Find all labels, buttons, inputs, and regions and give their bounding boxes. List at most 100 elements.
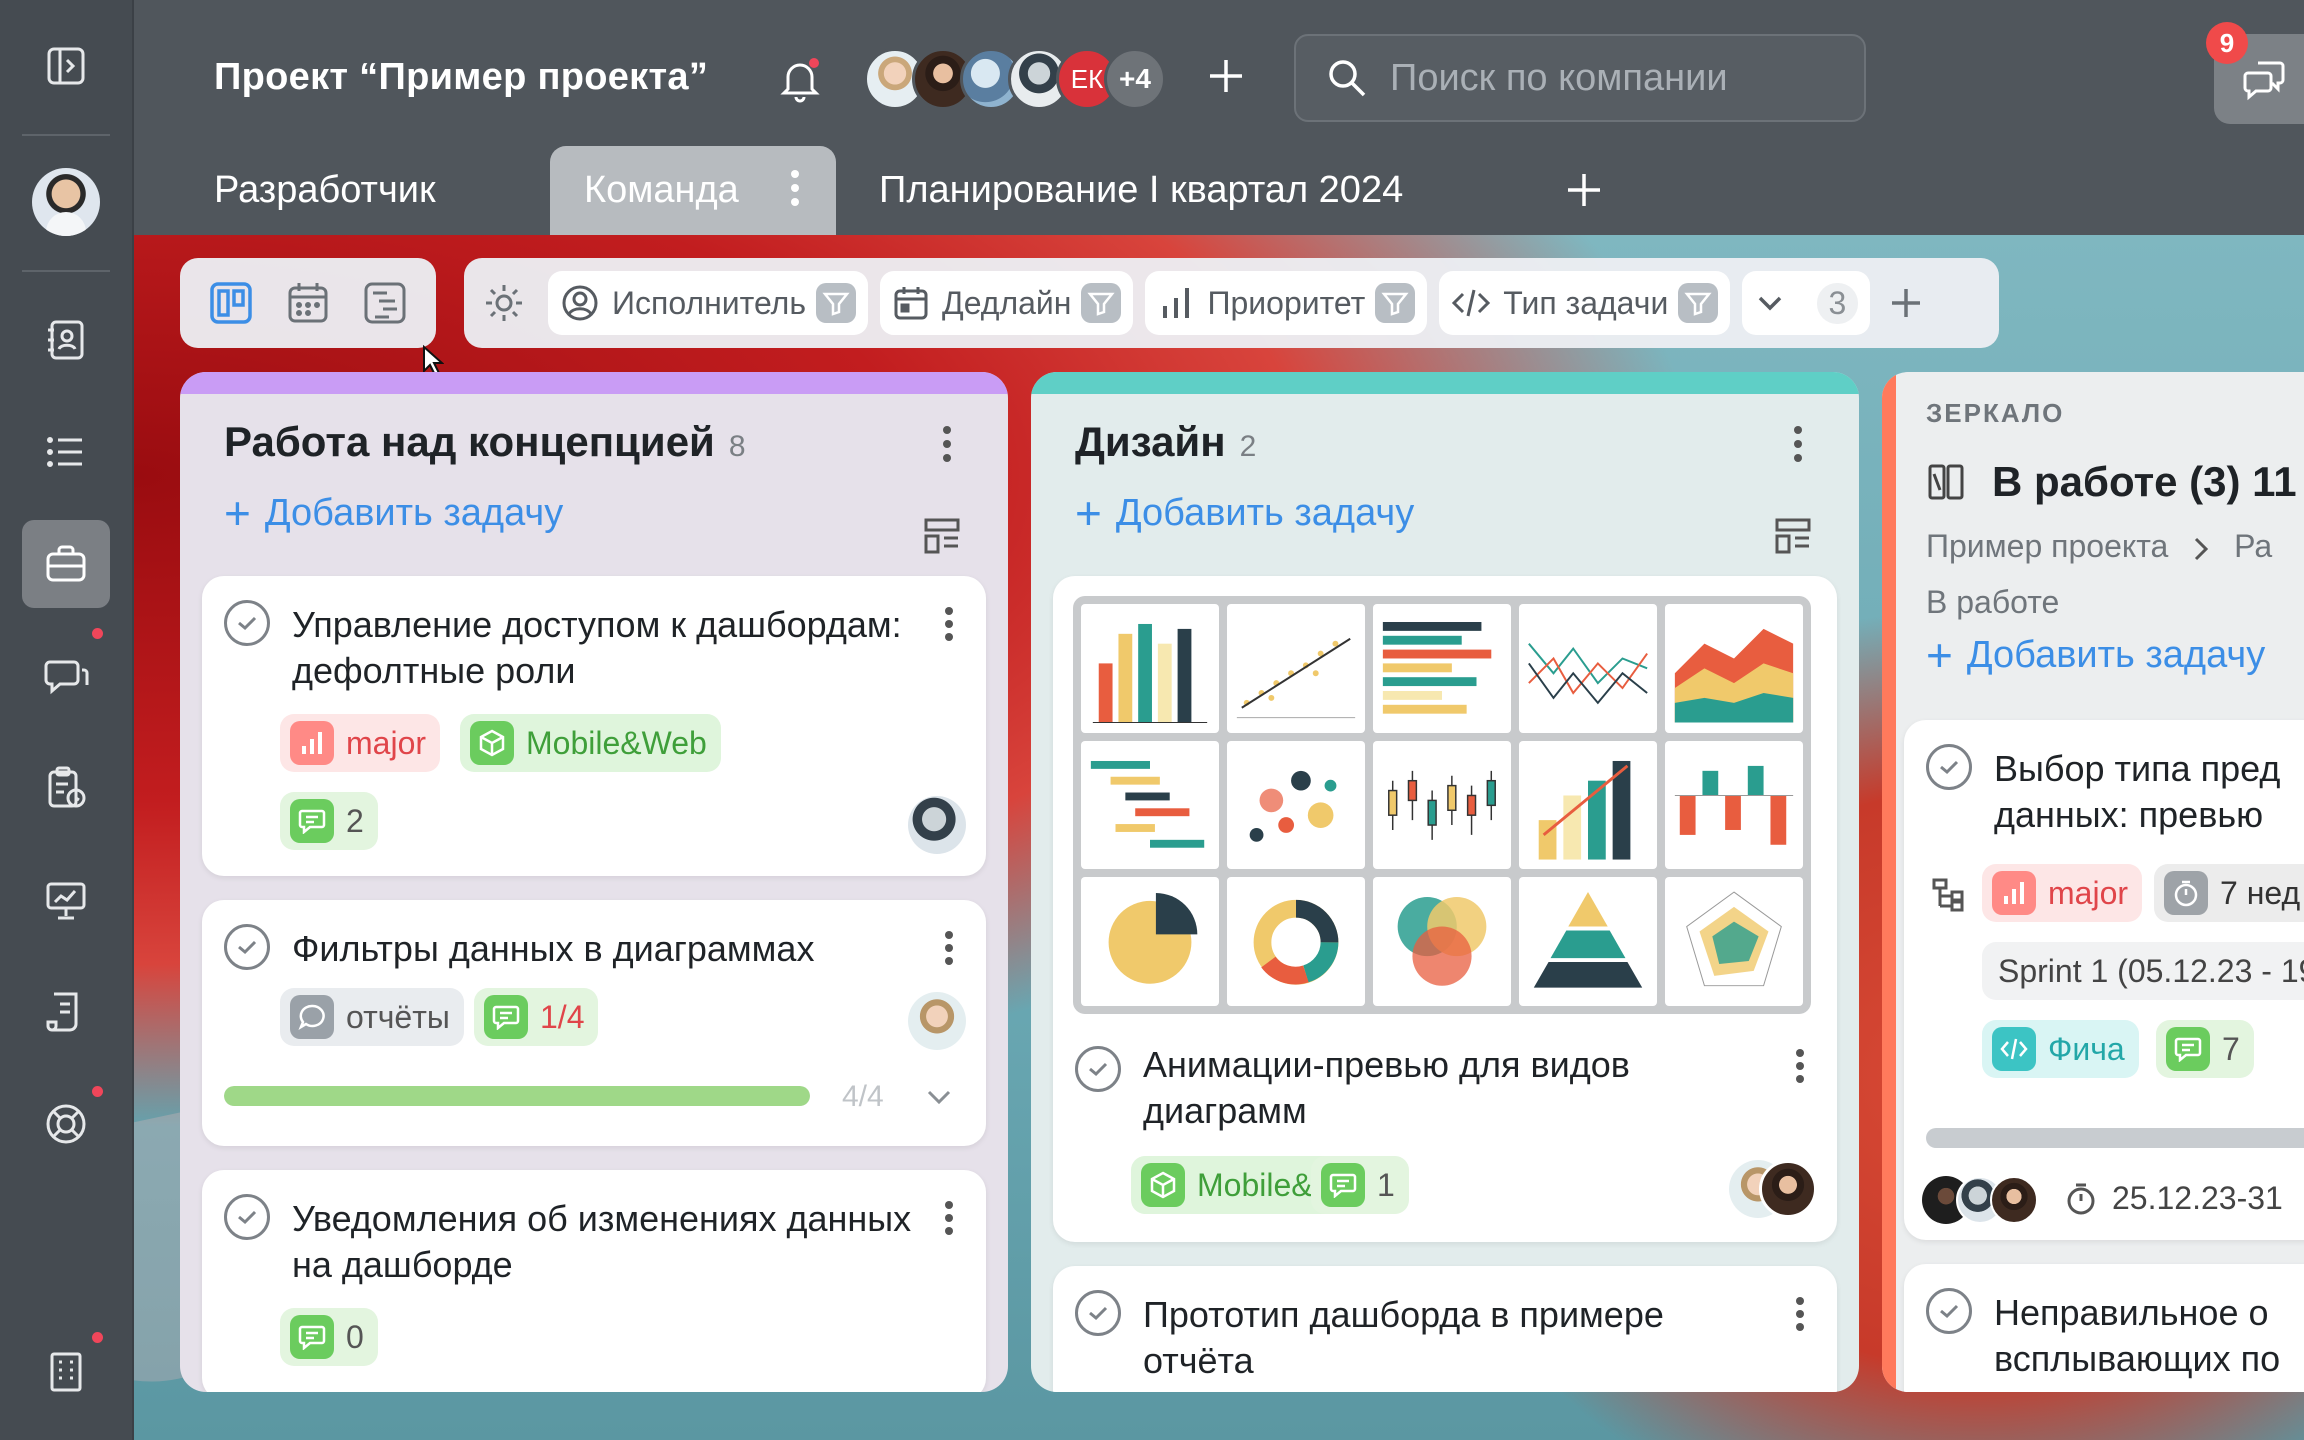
bar-chart-icon — [1992, 871, 2036, 915]
task-card[interactable]: Анимации-превью для видов диаграмм Mobil… — [1053, 576, 1837, 1242]
card-menu-icon[interactable] — [1795, 1296, 1805, 1332]
breadcrumb-next[interactable]: Ра — [2234, 528, 2272, 564]
tab-planning[interactable]: Планирование I квартал 2024 — [879, 146, 1403, 235]
funnel-icon[interactable] — [1081, 283, 1122, 323]
kanban-view-icon[interactable] — [207, 279, 255, 327]
search-placeholder: Поиск по компании — [1390, 56, 1728, 99]
chat-icon[interactable] — [22, 632, 110, 720]
time-estimate-tag[interactable]: 7 нед — [2154, 864, 2304, 922]
checklist-tag[interactable]: 1/4 — [474, 988, 599, 1046]
comments-tag[interactable]: 7 — [2156, 1020, 2254, 1078]
funnel-icon[interactable] — [816, 283, 857, 323]
add-task-button[interactable]: + Добавить задачу — [224, 486, 962, 540]
column-count: 8 — [728, 430, 746, 463]
user-avatar[interactable] — [22, 158, 110, 246]
mirror-label: ЗЕРКАЛО — [1926, 398, 2065, 428]
priority-tag[interactable]: major — [1982, 864, 2143, 922]
card-title: Уведомления об изменениях данных на дашб… — [292, 1198, 912, 1285]
complete-checkbox[interactable] — [224, 1194, 270, 1240]
tasks-clock-icon[interactable] — [22, 744, 110, 832]
filter-task-type[interactable]: Тип задачи — [1439, 271, 1731, 335]
card-menu-icon[interactable] — [944, 930, 954, 966]
briefcase-icon[interactable] — [22, 520, 110, 608]
add-member-icon[interactable] — [1204, 54, 1248, 103]
column-count: 2 — [1239, 430, 1257, 463]
more-filters-dropdown[interactable]: 3 — [1742, 271, 1871, 335]
card-title: Управление доступом к дашбордам: дефолтн… — [292, 604, 902, 691]
assignee-avatar[interactable] — [1990, 1176, 2038, 1224]
document-icon[interactable] — [22, 968, 110, 1056]
type-tag[interactable]: отчёты — [280, 988, 464, 1046]
task-card[interactable]: Управление доступом к дашбордам: дефолтн… — [202, 576, 986, 876]
add-task-button[interactable]: + Добавить задачу — [1075, 486, 1813, 540]
task-card[interactable]: Неправильное о всплывающих по — [1904, 1264, 2304, 1392]
add-tab-icon[interactable] — [1564, 170, 1604, 215]
stopwatch-icon — [2164, 871, 2208, 915]
chart-preview-grid — [1073, 596, 1811, 1014]
task-card[interactable]: Уведомления об изменениях данных на дашб… — [202, 1170, 986, 1392]
complete-checkbox[interactable] — [224, 600, 270, 646]
complete-checkbox[interactable] — [1075, 1290, 1121, 1336]
subtasks-icon[interactable] — [1930, 876, 1966, 912]
platform-tag[interactable]: Mobile&Web — [460, 714, 721, 772]
presentation-icon[interactable] — [22, 856, 110, 944]
tab-menu-icon[interactable] — [790, 168, 800, 208]
task-card[interactable]: Фильтры данных в диаграммах отчёты 1/4 4… — [202, 900, 986, 1146]
filter-deadline-label: Дедлайн — [942, 284, 1072, 321]
complete-checkbox[interactable] — [1075, 1046, 1121, 1092]
comments-tag[interactable]: 0 — [280, 1308, 378, 1366]
filter-priority[interactable]: Приоритет — [1145, 271, 1428, 335]
complete-checkbox[interactable] — [1926, 1288, 1972, 1334]
card-menu-icon[interactable] — [944, 1200, 954, 1236]
comment-icon — [484, 995, 528, 1039]
card-view-icon[interactable] — [922, 516, 962, 556]
add-task-button[interactable]: + Добавить задачу — [1926, 628, 2265, 682]
comments-tag[interactable]: 2 — [280, 792, 378, 850]
assignee-avatar[interactable] — [1759, 1160, 1817, 1218]
complete-checkbox[interactable] — [1926, 744, 1972, 790]
sprint-tag[interactable]: Sprint 1 (05.12.23 - 19 — [1982, 942, 2304, 1000]
project-title: Проект “Пример проекта” — [214, 56, 709, 98]
add-filter-icon[interactable] — [1888, 285, 1924, 321]
search-input[interactable]: Поиск по компании — [1294, 34, 1866, 122]
complete-checkbox[interactable] — [224, 924, 270, 970]
list-icon[interactable] — [22, 408, 110, 496]
gear-icon[interactable] — [482, 281, 526, 325]
horizontal-bar-thumb — [1373, 604, 1511, 733]
project-members[interactable]: ЕК +4 — [864, 48, 1166, 110]
more-members[interactable]: +4 — [1104, 48, 1166, 110]
column-title: Дизайн — [1075, 418, 1226, 465]
search-icon — [1329, 60, 1366, 97]
type-tag[interactable]: Фича — [1982, 1020, 2139, 1078]
task-card[interactable]: Прототип дашборда в примере отчёта — [1053, 1266, 1837, 1392]
chevron-down-icon[interactable] — [924, 1082, 954, 1112]
comment-icon — [1321, 1163, 1365, 1207]
card-menu-icon[interactable] — [944, 606, 954, 642]
tab-team[interactable]: Команда — [550, 146, 836, 235]
funnel-icon[interactable] — [1375, 283, 1416, 323]
radar-chart-thumb — [1665, 877, 1803, 1006]
filter-priority-label: Приоритет — [1207, 284, 1366, 321]
gantt-view-icon[interactable] — [361, 279, 409, 327]
filter-deadline[interactable]: Дедлайн — [880, 271, 1134, 335]
breadcrumb-project[interactable]: Пример проекта — [1926, 528, 2168, 564]
column-menu-icon[interactable] — [1793, 424, 1803, 464]
assignee-avatar[interactable] — [908, 992, 966, 1050]
assignee-avatar[interactable] — [908, 796, 966, 854]
tab-developer[interactable]: Разработчик — [214, 146, 436, 235]
card-menu-icon[interactable] — [1795, 1048, 1805, 1084]
progress-bar — [1926, 1128, 2304, 1148]
filter-assignee[interactable]: Исполнитель — [548, 271, 869, 335]
funnel-icon[interactable] — [1678, 283, 1719, 323]
column-menu-icon[interactable] — [942, 424, 952, 464]
bell-icon[interactable] — [778, 55, 822, 108]
progress-label: 4/4 — [842, 1080, 884, 1113]
calendar-view-icon[interactable] — [284, 279, 332, 327]
priority-tag[interactable]: major — [280, 714, 441, 772]
card-view-icon[interactable] — [1773, 516, 1813, 556]
mirror-icon — [1928, 464, 1964, 500]
task-card[interactable]: Выбор типа пред данных: превью major 7 н… — [1904, 720, 2304, 1240]
contacts-icon[interactable] — [22, 296, 110, 384]
comments-tag[interactable]: 1 — [1311, 1156, 1409, 1214]
sidebar-toggle-icon[interactable] — [22, 22, 110, 110]
